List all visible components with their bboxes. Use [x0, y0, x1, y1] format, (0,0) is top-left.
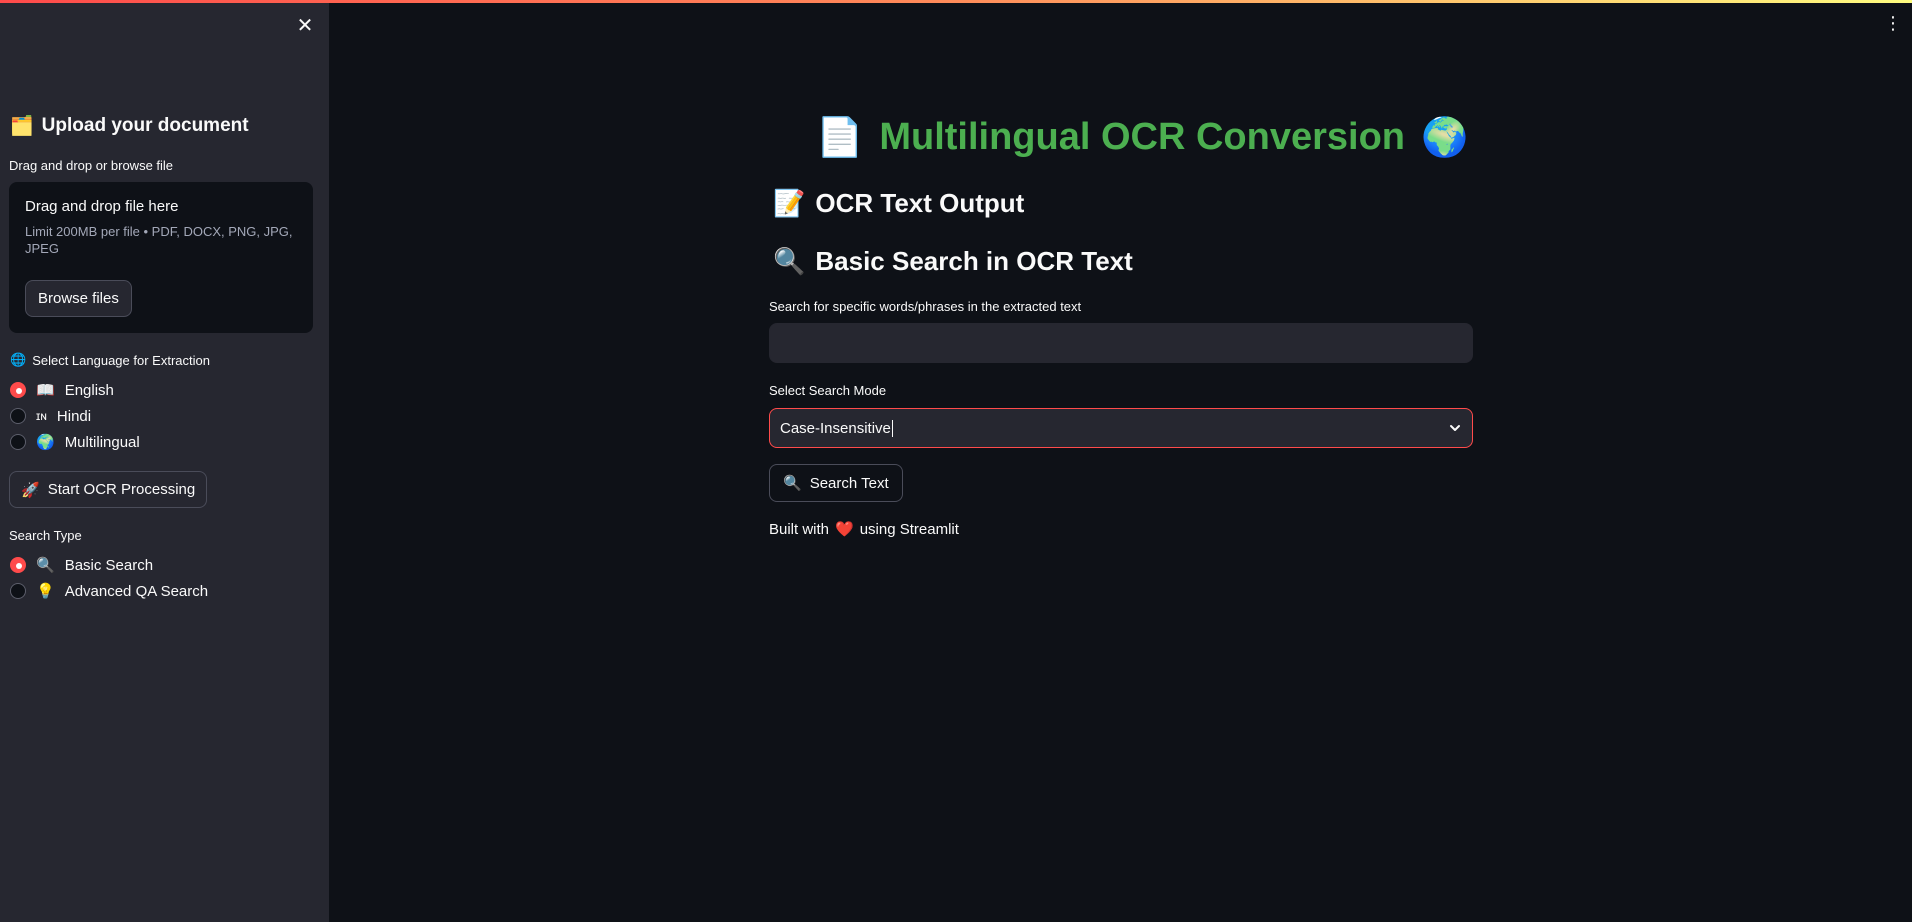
footer-suffix: using Streamlit: [859, 520, 959, 538]
upload-label: Drag and drop or browse file: [9, 158, 174, 173]
ocr-output-heading: 📝 OCR Text Output: [773, 188, 1024, 219]
language-option-multilingual[interactable]: 🌍 Multilingual: [10, 429, 140, 455]
language-option-hindi[interactable]: ɪɴ Hindi: [10, 403, 140, 429]
upload-heading-text: Upload your document: [41, 114, 249, 136]
radio-unchecked-icon[interactable]: [10, 583, 26, 599]
radio-checked-icon[interactable]: [10, 382, 26, 398]
search-mode-select[interactable]: Case-Insensitive: [769, 408, 1473, 448]
language-option-label: Hindi: [56, 407, 92, 425]
search-mode-label: Select Search Mode: [769, 383, 887, 398]
start-ocr-button[interactable]: 🚀 Start OCR Processing: [9, 471, 208, 508]
radio-unchecked-icon[interactable]: [10, 434, 26, 450]
india-flag-icon: ɪɴ: [36, 409, 47, 423]
ocr-output-heading-text: OCR Text Output: [815, 188, 1025, 218]
folder-icon: 🗂️: [10, 115, 34, 137]
language-option-label: English: [64, 381, 114, 399]
radio-checked-icon[interactable]: [10, 557, 26, 573]
heart-icon: ❤️: [835, 520, 854, 538]
globe-icon: 🌍: [1421, 115, 1469, 159]
document-icon: 📄: [816, 115, 864, 159]
dropzone-title: Drag and drop file here: [25, 198, 179, 215]
magnifier-icon: 🔍: [773, 246, 806, 277]
close-sidebar-icon[interactable]: ✕: [294, 15, 316, 37]
footer-prefix: Built with: [769, 520, 830, 538]
magnifier-icon: 🔍: [36, 556, 55, 574]
search-type-advanced[interactable]: 💡 Advanced QA Search: [10, 578, 208, 604]
memo-icon: 📝: [773, 188, 806, 219]
globe-icon: 🌍: [36, 433, 55, 451]
search-text-label: Search Text: [809, 474, 889, 492]
language-label: 🌐 Select Language for Extraction: [10, 353, 210, 368]
lightbulb-icon: 💡: [36, 582, 55, 600]
page-title-text: Multilingual OCR Conversion: [879, 116, 1406, 158]
browse-files-button[interactable]: Browse files: [25, 280, 132, 317]
radio-unchecked-icon[interactable]: [10, 408, 26, 424]
upload-heading: 🗂️ Upload your document: [10, 114, 249, 138]
sidebar: ✕ 🗂️ Upload your document Drag and drop …: [0, 0, 329, 922]
search-type-label-text: Basic Search: [64, 556, 154, 574]
main-menu-icon[interactable]: ⋮: [1884, 14, 1902, 32]
language-option-english[interactable]: 📖 English: [10, 377, 140, 403]
language-radio-group: 📖 English ɪɴ Hindi 🌍 Multilingual: [10, 377, 140, 455]
language-option-label: Multilingual: [64, 433, 140, 451]
chevron-down-icon: [1450, 425, 1460, 431]
footer: Built with ❤️ using Streamlit: [769, 520, 959, 538]
language-label-text: Select Language for Extraction: [32, 353, 210, 368]
search-input[interactable]: [769, 323, 1473, 363]
book-icon: 📖: [36, 381, 55, 399]
start-ocr-label: Start OCR Processing: [47, 481, 196, 498]
search-input-label: Search for specific words/phrases in the…: [769, 299, 1082, 314]
dropzone-limit: Limit 200MB per file • PDF, DOCX, PNG, J…: [25, 224, 293, 256]
search-type-radio-group: 🔍 Basic Search 💡 Advanced QA Search: [10, 552, 208, 604]
search-text-button[interactable]: 🔍 Search Text: [769, 464, 903, 502]
search-type-label: Search Type: [9, 528, 82, 543]
page-title: 📄 Multilingual OCR Conversion 🌍: [816, 115, 1468, 160]
search-type-label-text: Advanced QA Search: [64, 582, 209, 600]
magnifier-icon: 🔍: [783, 474, 802, 492]
rocket-icon: 🚀: [21, 480, 40, 499]
basic-search-heading: 🔍 Basic Search in OCR Text: [773, 246, 1133, 277]
top-decoration-bar: [0, 0, 1912, 3]
search-mode-value: Case-Insensitive: [780, 419, 893, 437]
search-type-basic[interactable]: 🔍 Basic Search: [10, 552, 208, 578]
globe-icon: 🌐: [10, 353, 27, 368]
file-dropzone[interactable]: Drag and drop file here Limit 200MB per …: [9, 182, 313, 333]
basic-search-heading-text: Basic Search in OCR Text: [815, 246, 1133, 276]
